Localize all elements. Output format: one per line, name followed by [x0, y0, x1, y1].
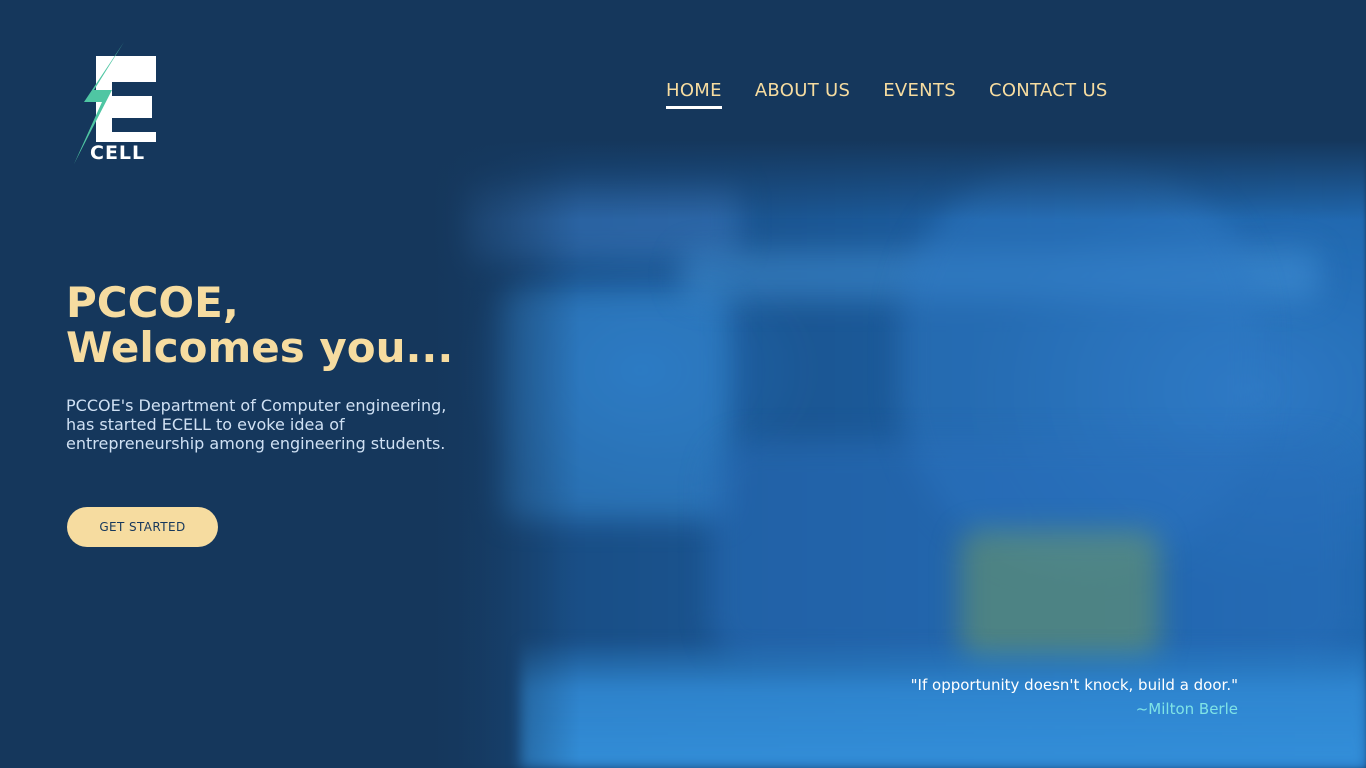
quote-block: "If opportunity doesn't knock, build a d… [911, 675, 1238, 719]
nav-events[interactable]: EVENTS [883, 80, 956, 107]
hero-description-line-2: has started ECELL to evoke idea of [66, 415, 345, 434]
hero-title-line-1: PCCOE, [66, 278, 239, 327]
hero-title-line-2: Welcomes you... [66, 323, 454, 372]
nav-about-us[interactable]: ABOUT US [755, 80, 850, 107]
get-started-button[interactable]: GET STARTED [67, 507, 218, 547]
quote-author: ~Milton Berle [1135, 700, 1238, 718]
landing-page: CELL HOME ABOUT US EVENTS CONTACT US PCC… [0, 0, 1366, 768]
hero-description-line-3: entrepreneurship among engineering stude… [66, 434, 446, 453]
nav-home[interactable]: HOME [666, 80, 722, 109]
hero-title: PCCOE, Welcomes you... [66, 280, 453, 370]
quote-text: "If opportunity doesn't knock, build a d… [910, 676, 1238, 694]
hero-description-line-1: PCCOE's Department of Computer engineeri… [66, 396, 447, 415]
logo-text: CELL [90, 142, 146, 164]
hero-description: PCCOE's Department of Computer engineeri… [66, 396, 466, 453]
hero-photo [420, 140, 1366, 768]
main-nav: HOME ABOUT US EVENTS CONTACT US [666, 80, 1108, 109]
ecell-logo[interactable]: CELL [66, 40, 162, 168]
nav-contact-us[interactable]: CONTACT US [989, 80, 1108, 107]
